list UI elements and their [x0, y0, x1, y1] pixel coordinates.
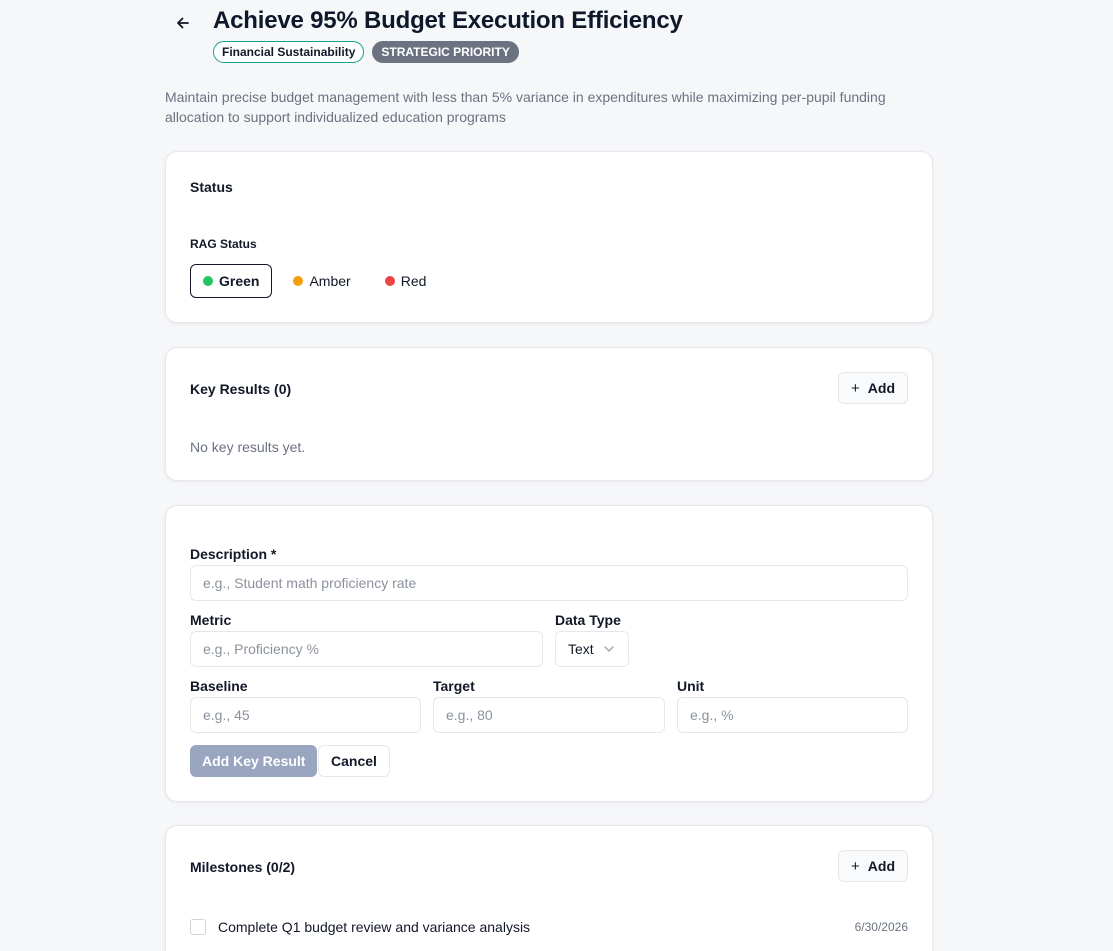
- page-title: Achieve 95% Budget Execution Efficiency: [213, 7, 683, 34]
- green-dot-icon: [203, 276, 213, 286]
- priority-badge: STRATEGIC PRIORITY: [372, 41, 519, 63]
- rag-option-label: Green: [219, 273, 260, 289]
- status-card: Status RAG Status Green Amber Red: [165, 151, 933, 323]
- key-result-form-card: Description * Metric Data Type Text Base…: [165, 505, 933, 802]
- milestones-title: Milestones (0/2): [190, 859, 296, 875]
- data-type-label: Data Type: [555, 612, 621, 628]
- unit-label: Unit: [677, 678, 705, 694]
- rag-option-green[interactable]: Green: [190, 264, 273, 298]
- page: Achieve 95% Budget Execution Efficiency …: [0, 0, 1113, 951]
- milestone-text: Complete Q1 budget review and variance a…: [218, 919, 531, 935]
- description-label: Description *: [190, 546, 277, 562]
- badge-group: Financial Sustainability STRATEGIC PRIOR…: [213, 41, 519, 63]
- unit-input[interactable]: [677, 697, 908, 733]
- plus-icon: +: [851, 857, 860, 875]
- amber-dot-icon: [293, 276, 304, 286]
- milestones-card: Milestones (0/2) + Add Complete Q1 budge…: [165, 825, 933, 951]
- rag-option-label: Red: [400, 273, 427, 289]
- chevron-down-icon: [604, 646, 614, 652]
- baseline-label: Baseline: [190, 678, 248, 694]
- data-type-value: Text: [568, 641, 594, 657]
- milestone-date: 6/30/2026: [854, 920, 908, 934]
- rag-option-label: Amber: [309, 273, 351, 289]
- milestone-item: Complete Q1 budget review and variance a…: [190, 917, 908, 937]
- milestone-checkbox[interactable]: [190, 919, 206, 935]
- back-button[interactable]: [172, 12, 194, 34]
- objective-description: Maintain precise budget management with …: [165, 89, 886, 125]
- target-label: Target: [433, 678, 475, 694]
- data-type-select[interactable]: Text: [555, 631, 629, 667]
- key-results-card: Key Results (0) + Add No key results yet…: [165, 347, 933, 481]
- rag-option-red[interactable]: Red: [372, 264, 440, 298]
- status-title: Status: [190, 179, 233, 195]
- rag-options: Green Amber Red: [190, 264, 447, 298]
- rag-option-amber[interactable]: Amber: [280, 264, 363, 298]
- rag-status-label: RAG Status: [190, 237, 257, 251]
- baseline-input[interactable]: [190, 697, 421, 733]
- description-input[interactable]: [190, 565, 908, 601]
- empty-state-text: No key results yet.: [190, 439, 306, 455]
- arrow-left-icon: [177, 17, 189, 29]
- category-badge: Financial Sustainability: [213, 41, 365, 63]
- add-milestone-button[interactable]: + Add: [838, 850, 908, 882]
- add-key-result-button[interactable]: + Add: [838, 372, 908, 404]
- metric-input[interactable]: [190, 631, 543, 667]
- cancel-button[interactable]: Cancel: [318, 745, 390, 777]
- metric-label: Metric: [190, 612, 232, 628]
- plus-icon: +: [851, 379, 860, 397]
- add-button-label: Add: [867, 380, 895, 396]
- add-key-result-submit-button[interactable]: Add Key Result: [190, 745, 318, 777]
- key-results-title: Key Results (0): [190, 381, 292, 397]
- add-button-label: Add: [867, 858, 895, 874]
- red-dot-icon: [384, 276, 395, 286]
- target-input[interactable]: [433, 697, 665, 733]
